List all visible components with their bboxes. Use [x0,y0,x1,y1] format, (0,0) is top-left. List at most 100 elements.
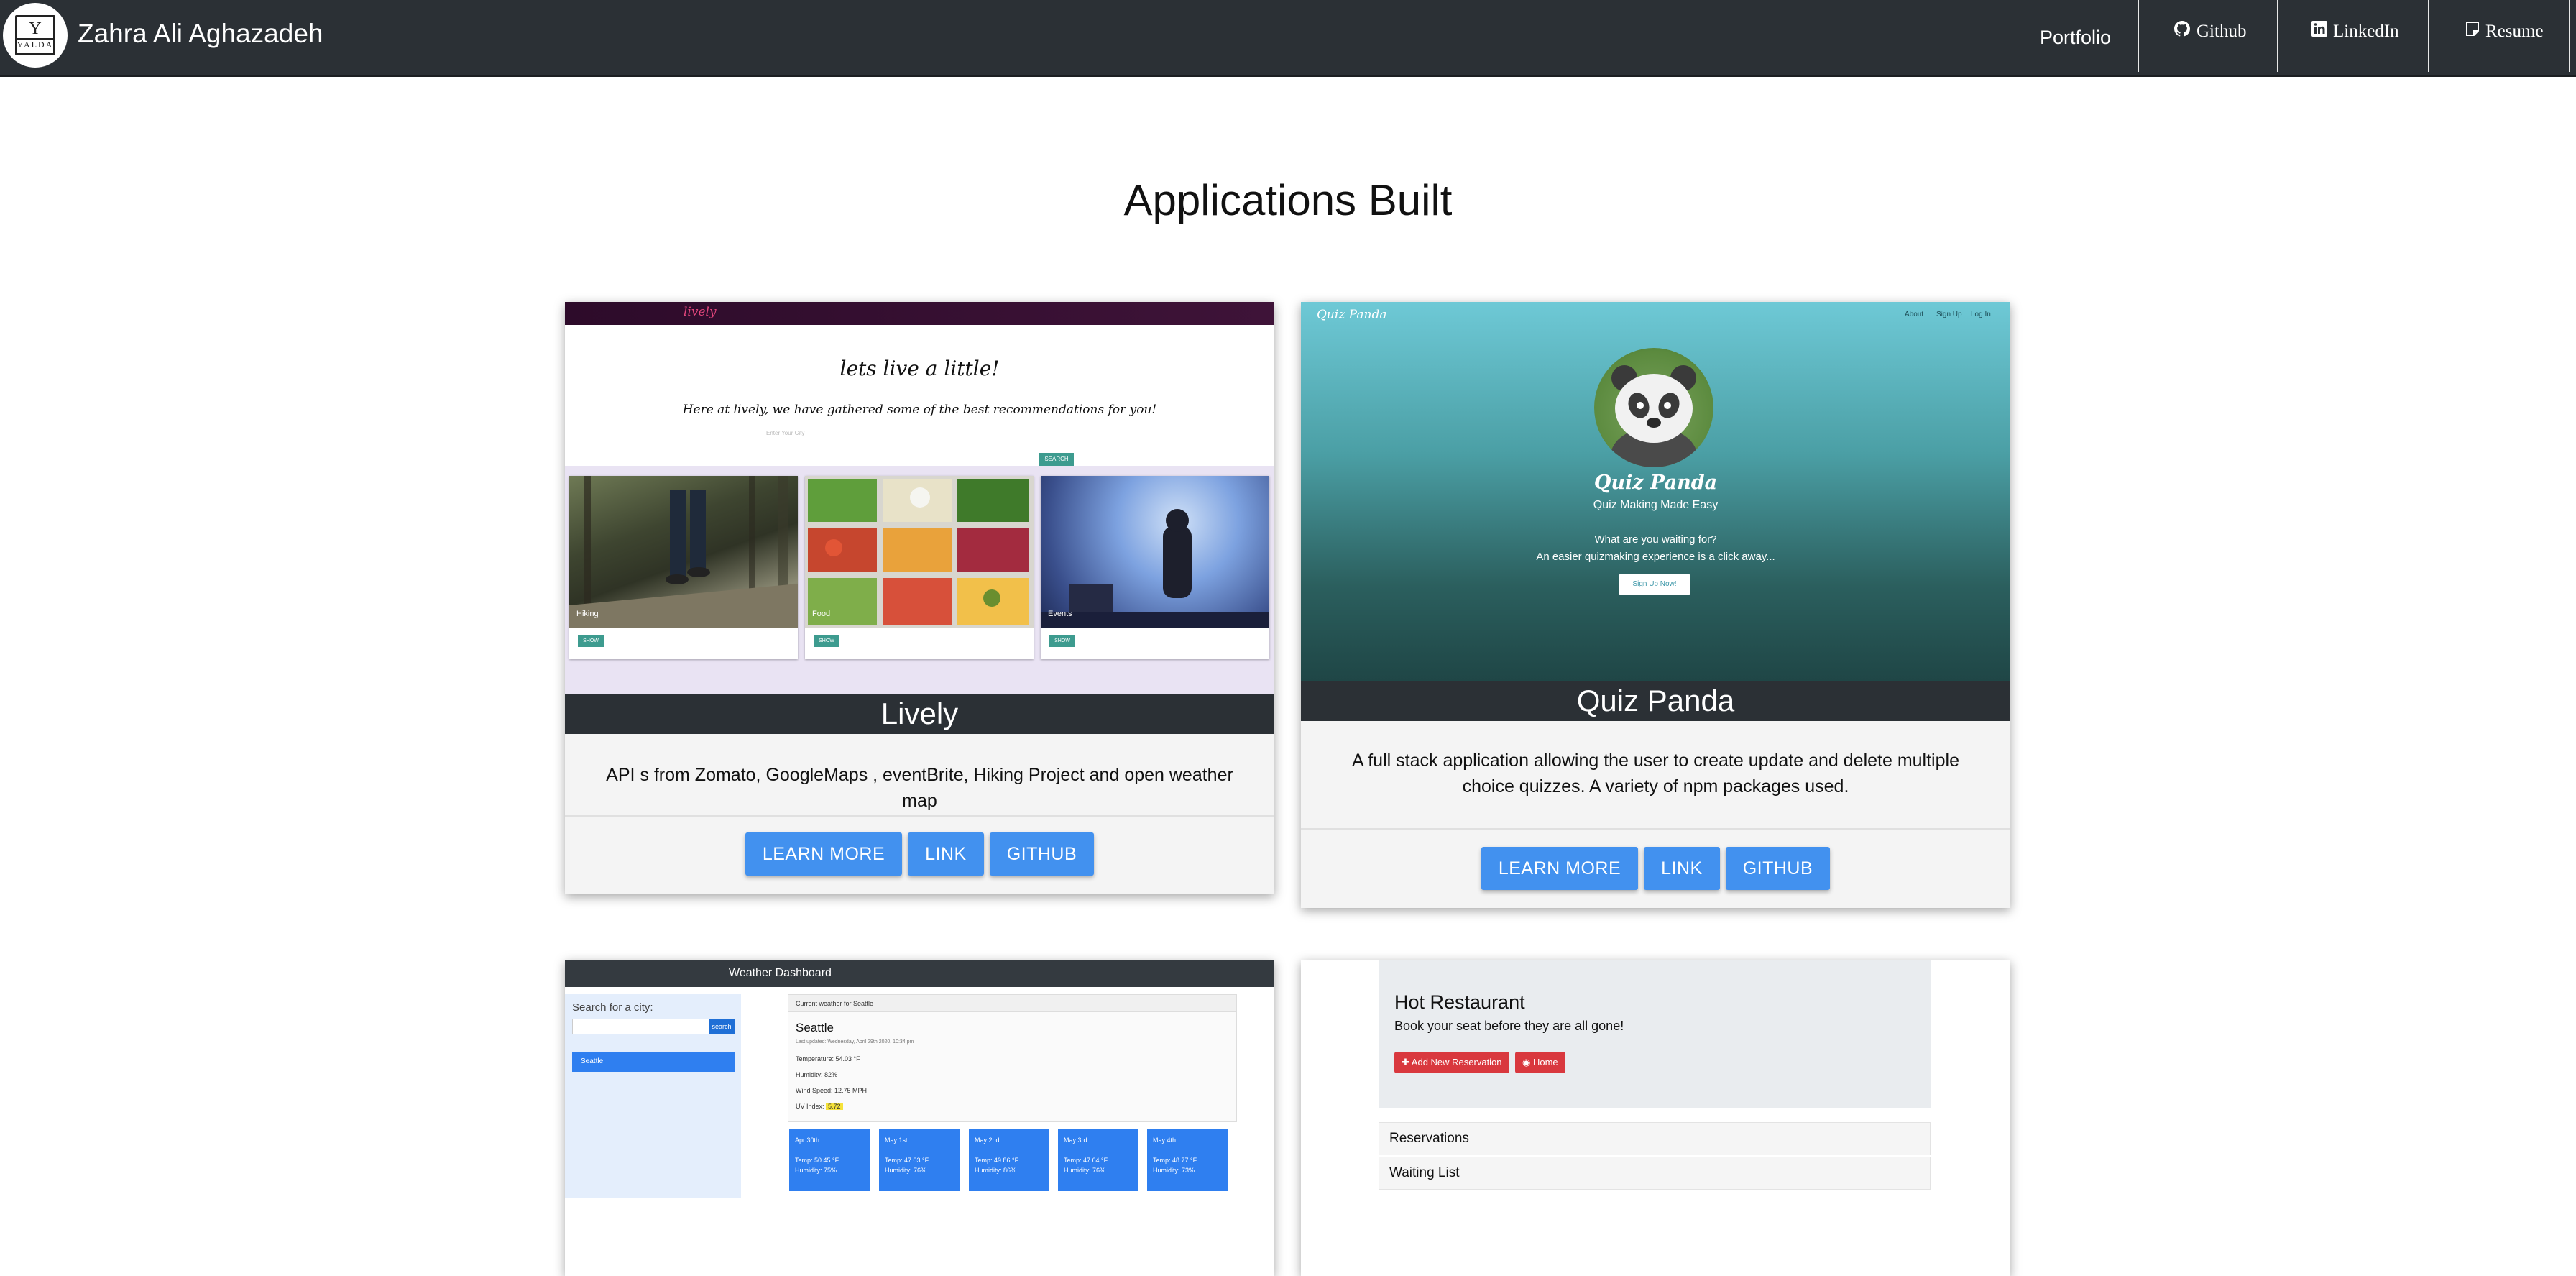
preview-sidebar: Search for a city: search Seattle [565,994,741,1198]
preview-heading: lets live a little! [840,357,1000,380]
card-title: Lively [565,694,1274,734]
linkedin-icon [2312,21,2327,42]
current-city: Seattle [796,1021,834,1034]
project-card-weather-dashboard: Weather Dashboard Search for a city: sea… [565,960,1274,1276]
preview-history-item: Seattle [572,1052,735,1072]
card-actions: LEARN MORE LINK GITHUB [565,832,1274,876]
preview-title: Quiz Panda [1593,472,1718,494]
wind-speed: Wind Speed: 12.75 MPH [796,1087,868,1094]
nav-github-link[interactable]: Github [2174,0,2246,65]
preview-search-button: search [709,1019,735,1034]
forecast-temp: Temp: 47.64 °F [1064,1157,1108,1164]
preview-search-input: Enter Your City [766,430,1012,444]
github-icon [2174,20,2191,42]
forecast-temp: Temp: 49.86 °F [975,1157,1019,1164]
button-label: Add New Reservation [1411,1057,1502,1068]
preview-signup-button: Sign Up Now! [1619,574,1690,595]
preview-nav-about: About [1905,311,1924,318]
uv-label: UV Index: [796,1103,824,1110]
forecast-temp: Temp: 50.45 °F [795,1157,840,1164]
forecast-humidity: Humidity: 76% [885,1167,927,1174]
nav-github-label: Github [2196,21,2247,41]
preview-search-label: Search for a city: [572,1001,653,1014]
nav-divider [2277,0,2278,72]
preview-add-reservation-button: ✚ Add New Reservation [1394,1052,1509,1073]
card-description: API s from Zomato, GoogleMaps , eventBri… [606,765,1233,811]
logo-text: YALDA [17,38,54,50]
preview-search-button: SEARCH [1039,453,1074,466]
preview-home-button: ◉ Home [1515,1052,1565,1073]
nav-linkedin-label: LinkedIn [2333,21,2399,41]
nav-divider [2138,0,2139,72]
project-screenshot[interactable]: lively lets live a little! Here at livel… [565,302,1274,694]
nav-resume-label: Resume [2485,21,2544,41]
preview-topbar: lively [565,302,1274,325]
preview-header: Weather Dashboard [565,960,1274,987]
nav-divider [2569,0,2570,72]
uv-value: 5.72 [826,1103,843,1110]
forecast-date: Apr 30th [795,1137,820,1144]
tile-label: Hiking [576,610,599,618]
preview-list-item-waiting-list: Waiting List [1379,1157,1931,1190]
preview-subheading: Here at lively, we have gathered some of… [682,403,1157,417]
tile-label: Events [1048,610,1072,618]
card-actions: LEARN MORE LINK GITHUB [1301,847,2010,890]
preview-hero: lets live a little! Here at lively, we h… [565,325,1274,466]
card-title: Quiz Panda [1301,681,2010,721]
document-icon [2465,21,2480,42]
github-button[interactable]: GITHUB [1725,847,1831,890]
forecast-temp: Temp: 47.03 °F [885,1157,929,1164]
logo-letter: Y [29,19,42,38]
forecast-date: May 3rd [1064,1137,1087,1144]
forecast-humidity: Humidity: 73% [1153,1167,1195,1174]
forecast-card: May 2nd Temp: 49.86 °F Humidity: 86% [969,1129,1049,1191]
link-button[interactable]: LINK [1644,847,1720,890]
preview-title: Hot Restaurant [1394,991,1525,1013]
top-navbar: Y YALDA Zahra Ali Aghazadeh Portfolio Gi… [0,0,2576,77]
hiking-photo: Hiking [569,476,798,628]
plus-icon: ✚ [1402,1057,1412,1068]
card-description: A full stack application allowing the us… [1352,751,1959,797]
nav-resume-link[interactable]: Resume [2465,0,2544,65]
temperature: Temperature: 54.03 °F [796,1055,860,1062]
nav-divider [2428,0,2429,72]
learn-more-button[interactable]: LEARN MORE [1481,847,1639,890]
forecast-card: May 3rd Temp: 47.64 °F Humidity: 76% [1058,1129,1138,1191]
uv-index: UV Index: 5.72 [796,1103,843,1110]
forecast-date: May 4th [1153,1137,1177,1144]
page-title: Applications Built [1123,176,1453,224]
preview-subtitle: Quiz Making Made Easy [1593,499,1719,511]
card-divider [1301,828,2010,830]
nav-linkedin-link[interactable]: LinkedIn [2312,0,2399,65]
eye-icon: ◉ [1522,1057,1533,1068]
last-updated: Last updated: Wednesday, April 29th 2020… [796,1039,914,1045]
preview-current-weather: Current weather for Seattle Seattle Last… [788,994,1237,1122]
brand-logo[interactable]: Y YALDA [3,3,68,68]
preview-line-1: What are you waiting for? [1594,533,1717,546]
tile-show-button: SHOW [1049,635,1075,647]
preview-tile-food: Food SHOW [805,476,1034,659]
project-card-quiz-panda: Quiz Panda About Sign Up Log In Quiz Pan… [1301,302,2010,908]
forecast-card: May 1st Temp: 47.03 °F Humidity: 76% [879,1129,960,1191]
brand-name[interactable]: Zahra Ali Aghazadeh [78,19,323,49]
preview-nav-login: Log In [1971,311,1991,318]
events-photo: Events [1041,476,1269,628]
logo-glyph: Y YALDA [15,15,55,55]
preview-subtitle: Book your seat before they are all gone! [1394,1019,1624,1033]
learn-more-button[interactable]: LEARN MORE [745,832,903,876]
card-divider [565,815,1274,817]
project-screenshot[interactable]: Quiz Panda About Sign Up Log In Quiz Pan… [1301,302,2010,681]
forecast-temp: Temp: 48.77 °F [1153,1157,1197,1164]
forecast-card: May 4th Temp: 48.77 °F Humidity: 73% [1147,1129,1228,1191]
forecast-humidity: Humidity: 75% [795,1167,837,1174]
panda-avatar [1594,348,1714,467]
food-photo: Food [805,476,1034,628]
project-card-hot-restaurant: Hot Restaurant Book your seat before the… [1301,960,2010,1276]
nav-portfolio-link[interactable]: Portfolio [2040,4,2111,72]
forecast-date: May 2nd [975,1137,1000,1144]
github-button[interactable]: GITHUB [989,832,1095,876]
preview-search-input [572,1019,710,1034]
current-weather-header: Current weather for Seattle [788,995,1236,1012]
link-button[interactable]: LINK [908,832,984,876]
preview-tile-events: Events SHOW [1041,476,1269,659]
